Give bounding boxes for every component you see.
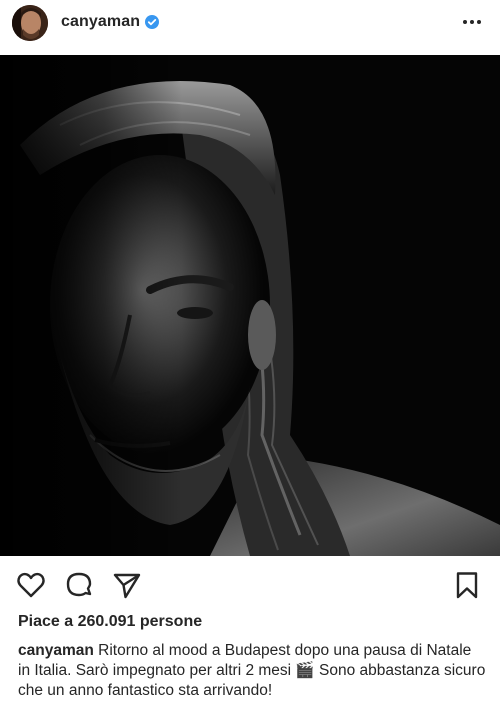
more-options-button[interactable] xyxy=(460,12,484,32)
share-icon[interactable] xyxy=(112,570,142,600)
username[interactable]: canyaman xyxy=(61,13,140,31)
bookmark-icon[interactable] xyxy=(452,570,482,600)
post-photo[interactable] xyxy=(0,55,500,556)
heart-icon[interactable] xyxy=(16,570,46,600)
likes-count[interactable]: Piace a 260.091 persone xyxy=(18,613,202,631)
more-horizontal-icon xyxy=(463,20,481,24)
avatar[interactable] xyxy=(12,5,48,41)
verified-badge-icon xyxy=(145,15,160,29)
post-header: canyaman xyxy=(0,0,500,54)
avatar-image xyxy=(12,5,48,41)
portrait-photo xyxy=(0,55,500,556)
caption-username[interactable]: canyaman xyxy=(18,642,94,659)
username-row: canyaman xyxy=(61,13,160,31)
post-caption: canyaman Ritorno al mood a Budapest dopo… xyxy=(18,641,486,701)
comment-icon[interactable] xyxy=(64,570,94,600)
post-actions xyxy=(0,556,500,612)
